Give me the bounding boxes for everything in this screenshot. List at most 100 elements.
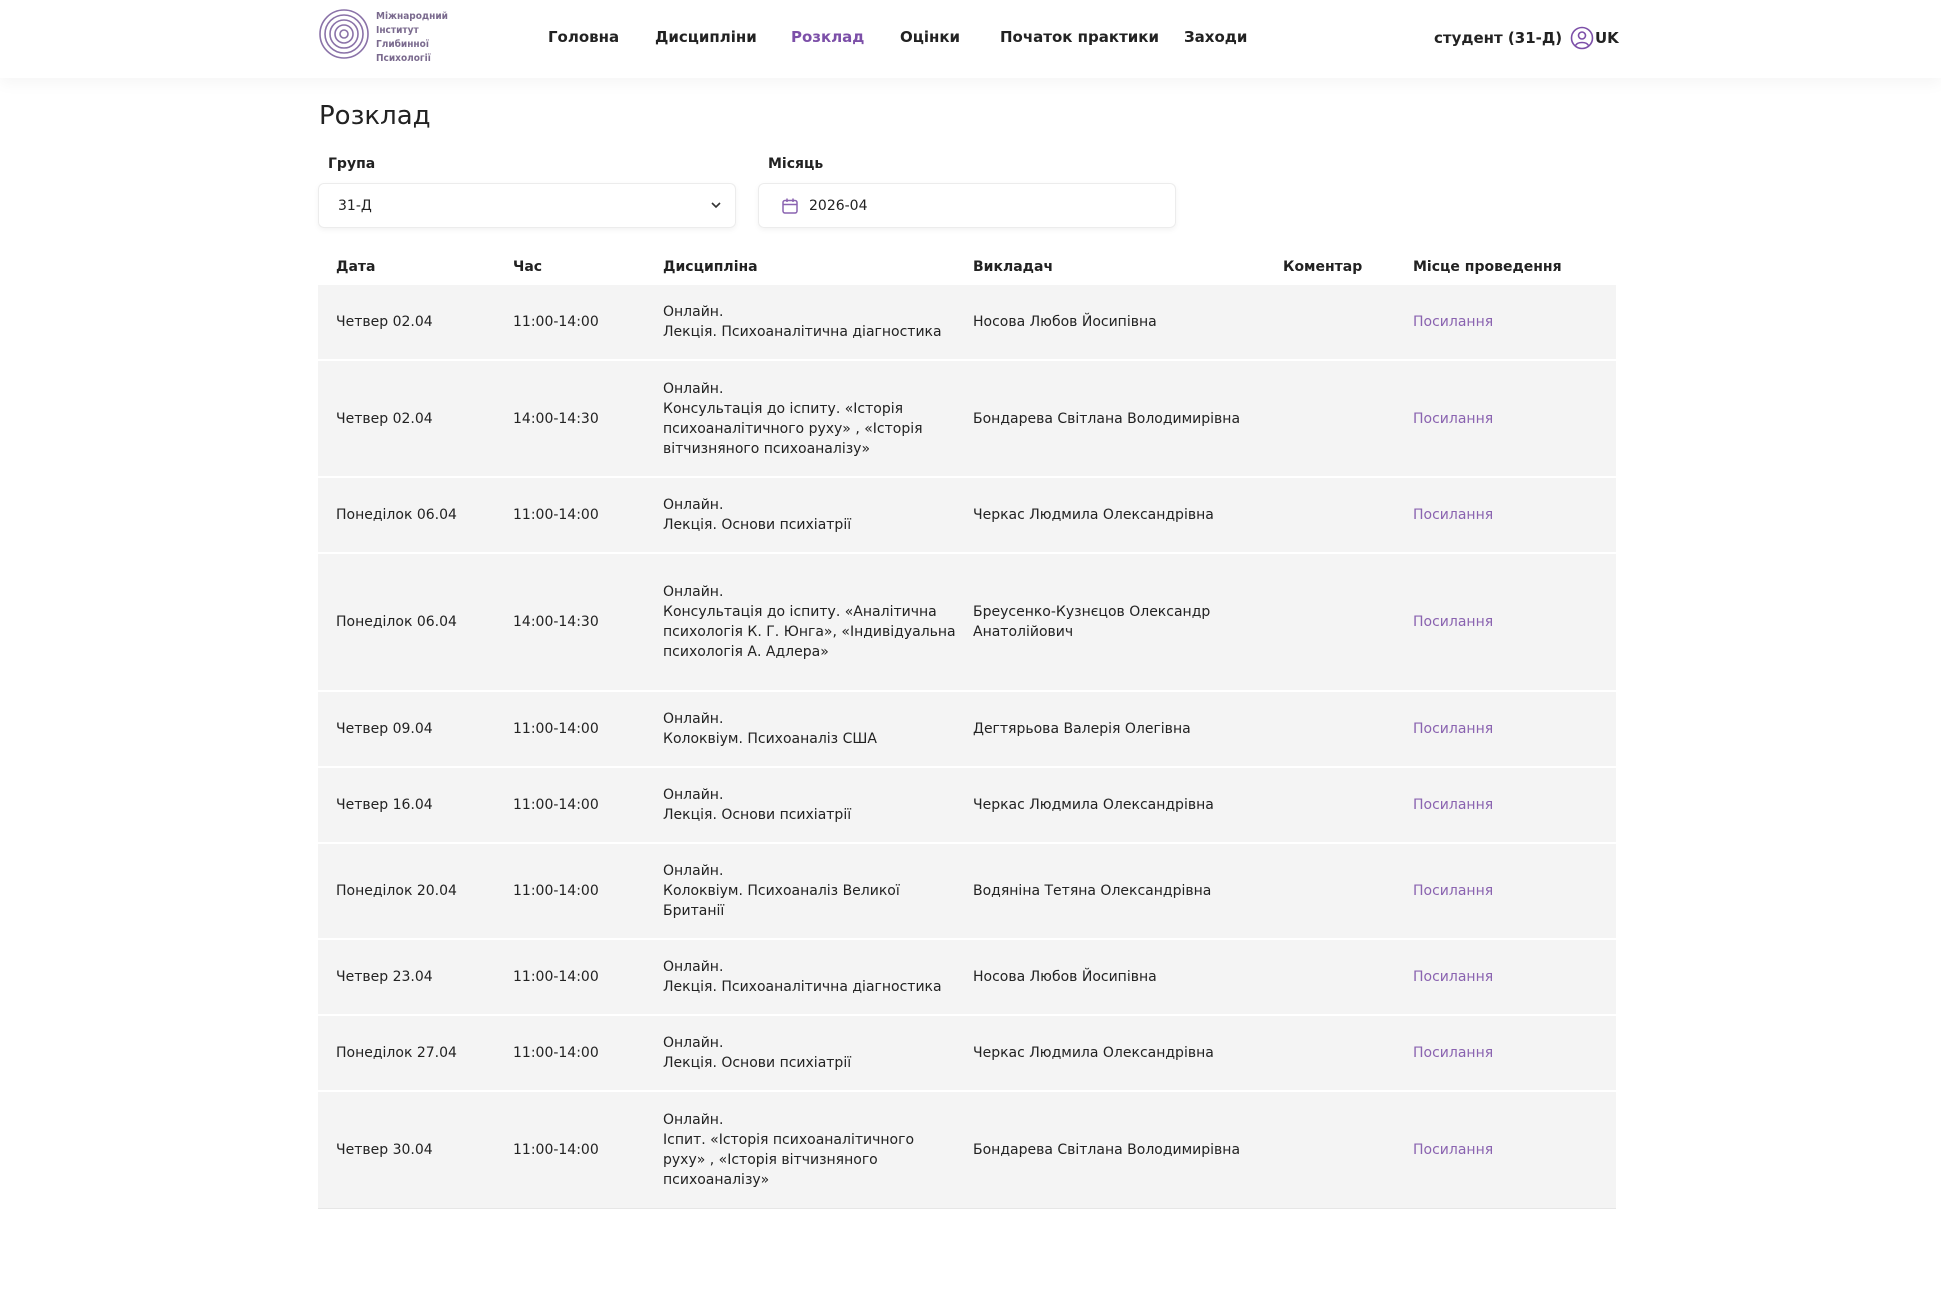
discipline-cell: Онлайн. Лекція. Психоаналітична діагности… — [663, 938, 973, 1015]
comment-cell — [1283, 766, 1413, 843]
time-cell: 11:00-14:00 — [513, 842, 663, 939]
group-select[interactable]: 31-Д — [318, 183, 736, 228]
logo-line: Міжнародний — [376, 11, 448, 22]
table-row: Понеділок 06.04 11:00-14:00 Онлайн. Лекці… — [318, 476, 1616, 553]
time-cell: 14:00-14:30 — [513, 552, 663, 691]
discipline-cell: Онлайн. Лекція. Основи психіатрії — [663, 1014, 973, 1091]
discipline-title: Лекція. Основи психіатрії — [663, 1055, 852, 1071]
place-link[interactable]: Посилання — [1413, 411, 1493, 427]
discipline-cell: Онлайн. Колоквіум. Психоаналіз США — [663, 690, 973, 767]
place-link[interactable]: Посилання — [1413, 614, 1493, 630]
table-row: Понеділок 27.04 11:00-14:00 Онлайн. Лекці… — [318, 1014, 1616, 1091]
place-link[interactable]: Посилання — [1413, 883, 1493, 899]
place-cell: Посилання — [1413, 938, 1616, 1015]
spiral-logo-icon — [319, 9, 369, 59]
logo-line: Психології — [376, 53, 431, 64]
date-cell: Четвер 23.04 — [318, 938, 513, 1015]
nav-item-disciplines[interactable]: Дисципліни — [655, 28, 757, 46]
logo-line: Інститут — [376, 25, 419, 36]
discipline-format: Онлайн. — [663, 959, 724, 975]
date-cell: Четвер 16.04 — [318, 766, 513, 843]
time-cell: 11:00-14:00 — [513, 690, 663, 767]
place-link[interactable]: Посилання — [1413, 1045, 1493, 1061]
teacher-cell: Черкас Людмила Олександрівна — [973, 476, 1283, 553]
user-circle-icon — [1570, 26, 1594, 50]
discipline-title: Консультація до іспиту. «Історія психоан… — [663, 400, 923, 457]
place-link[interactable]: Посилання — [1413, 1142, 1493, 1158]
place-cell: Посилання — [1413, 283, 1616, 360]
discipline-title: Лекція. Основи психіатрії — [663, 517, 852, 533]
discipline-format: Онлайн. — [663, 711, 724, 727]
teacher-cell: Носова Любов Йосипівна — [973, 283, 1283, 360]
table-row: Четвер 02.04 14:00-14:30 Онлайн. Консульт… — [318, 359, 1616, 477]
nav-item-events[interactable]: Заходи — [1184, 28, 1247, 46]
teacher-cell: Бондарева Світлана Володимирівна — [973, 1090, 1283, 1209]
comment-cell — [1283, 1090, 1413, 1209]
column-header-teacher: Викладач — [973, 258, 1054, 275]
teacher-cell: Дегтярьова Валерія Олегівна — [973, 690, 1283, 767]
date-cell: Понеділок 20.04 — [318, 842, 513, 939]
table-row: Четвер 09.04 11:00-14:00 Онлайн. Колоквіу… — [318, 690, 1616, 767]
user-menu[interactable]: студент (31-Д) — [1434, 26, 1594, 50]
table-row: Четвер 30.04 11:00-14:00 Онлайн. Іспит. «… — [318, 1090, 1616, 1209]
time-cell: 14:00-14:30 — [513, 359, 663, 477]
month-value: 2026-04 — [809, 197, 868, 214]
place-cell: Посилання — [1413, 552, 1616, 691]
discipline-format: Онлайн. — [663, 863, 724, 879]
place-link[interactable]: Посилання — [1413, 314, 1493, 330]
place-cell: Посилання — [1413, 1014, 1616, 1091]
place-link[interactable]: Посилання — [1413, 721, 1493, 737]
month-picker[interactable]: 2026-04 — [758, 183, 1176, 228]
discipline-format: Онлайн. — [663, 1111, 724, 1128]
column-header-date: Дата — [336, 258, 376, 275]
discipline-cell: Онлайн. Консультація до іспиту. «Аналітич… — [663, 552, 973, 691]
discipline-title: Консультація до іспиту. «Аналітична псих… — [663, 604, 956, 660]
place-cell: Посилання — [1413, 842, 1616, 939]
place-link[interactable]: Посилання — [1413, 507, 1493, 523]
discipline-cell: Онлайн. Іспит. «Історія психоаналітичного… — [663, 1090, 973, 1209]
comment-cell — [1283, 690, 1413, 767]
teacher-cell: Водяніна Тетяна Олександрівна — [973, 842, 1283, 939]
month-label: Місяць — [768, 156, 824, 172]
teacher-cell: Бреусенко-Кузнєцов Олександр Анатолійови… — [973, 552, 1283, 691]
site-header: Міжнародний Інститут Глибинної Психологі… — [0, 0, 1941, 78]
nav-item-practice-start[interactable]: Початок практики — [1000, 28, 1159, 46]
time-cell: 11:00-14:00 — [513, 1090, 663, 1209]
user-label: студент (31-Д) — [1434, 29, 1563, 47]
nav-item-schedule[interactable]: Розклад — [791, 28, 864, 46]
discipline-title: Колоквіум. Психоаналіз США — [663, 731, 877, 747]
discipline-format: Онлайн. — [663, 380, 724, 397]
logo-text: Міжнародний Інститут Глибинної Психологі… — [376, 10, 448, 66]
place-cell: Посилання — [1413, 690, 1616, 767]
discipline-title: Лекція. Психоаналітична діагностика — [663, 324, 942, 340]
group-select-value: 31-Д — [338, 197, 372, 214]
time-cell: 11:00-14:00 — [513, 1014, 663, 1091]
time-cell: 11:00-14:00 — [513, 476, 663, 553]
discipline-format: Онлайн. — [663, 497, 724, 513]
date-cell: Четвер 02.04 — [318, 359, 513, 477]
discipline-cell: Онлайн. Лекція. Основи психіатрії — [663, 476, 973, 553]
place-link[interactable]: Посилання — [1413, 969, 1493, 985]
date-cell: Понеділок 06.04 — [318, 552, 513, 691]
date-cell: Четвер 30.04 — [318, 1090, 513, 1209]
discipline-cell: Онлайн. Лекція. Основи психіатрії — [663, 766, 973, 843]
discipline-title: Лекція. Основи психіатрії — [663, 807, 852, 823]
nav-item-grades[interactable]: Оцінки — [900, 28, 960, 46]
comment-cell — [1283, 476, 1413, 553]
date-cell: Понеділок 06.04 — [318, 476, 513, 553]
table-row: Четвер 02.04 11:00-14:00 Онлайн. Лекція. … — [318, 283, 1616, 360]
language-switcher[interactable]: UK — [1595, 29, 1619, 47]
column-header-time: Час — [513, 258, 543, 275]
time-cell: 11:00-14:00 — [513, 283, 663, 360]
institute-logo[interactable]: Міжнародний Інститут Глибинної Психологі… — [318, 5, 450, 71]
date-cell: Четвер 02.04 — [318, 283, 513, 360]
logo-line: Глибинної — [376, 39, 429, 50]
place-cell: Посилання — [1413, 1090, 1616, 1209]
chevron-down-icon — [711, 202, 721, 209]
nav-item-home[interactable]: Головна — [548, 28, 619, 46]
discipline-cell: Онлайн. Лекція. Психоаналітична діагности… — [663, 283, 973, 360]
place-link[interactable]: Посилання — [1413, 797, 1493, 813]
page-title: Розклад — [319, 101, 431, 131]
discipline-cell: Онлайн. Консультація до іспиту. «Історія … — [663, 359, 973, 477]
discipline-format: Онлайн. — [663, 584, 724, 600]
